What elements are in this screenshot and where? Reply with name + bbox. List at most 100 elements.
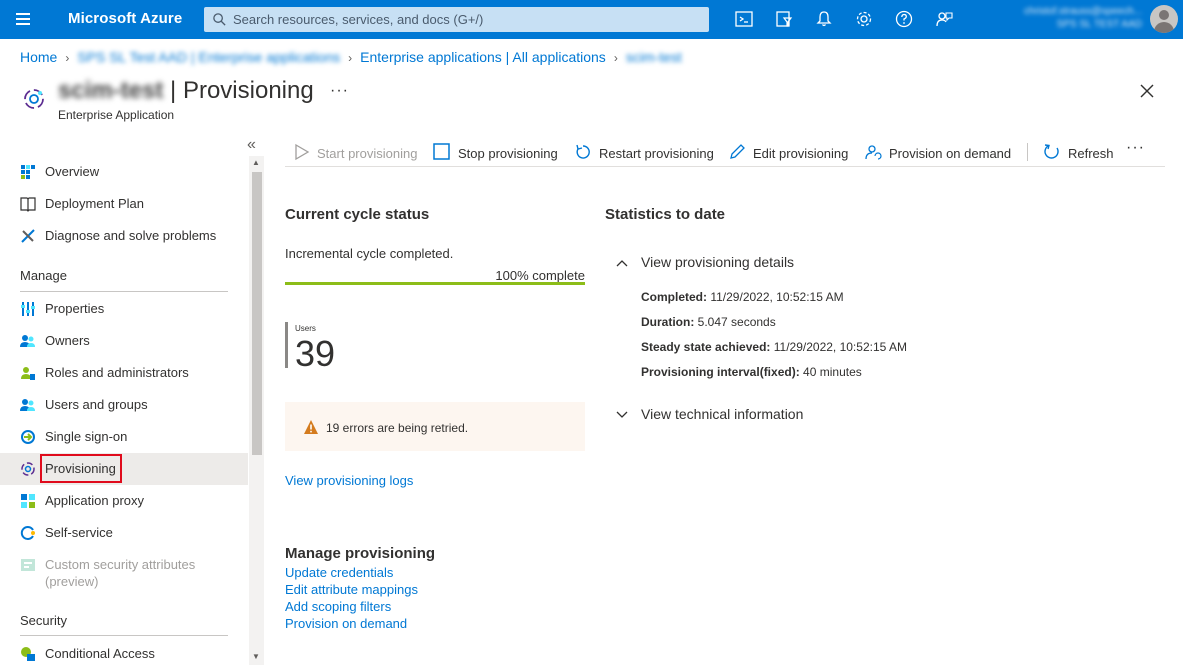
sidebar-item-custom-attributes[interactable]: Custom security attributes (preview) [0, 549, 248, 589]
sidebar-item-label: Single sign-on [45, 429, 128, 444]
warning-icon [304, 420, 318, 434]
app-provisioning-icon [24, 89, 44, 109]
account-info[interactable]: christof.strauss@speech... SPS SL TEST A… [982, 5, 1142, 31]
users-label: Users [295, 324, 316, 333]
restart-provisioning-button[interactable]: Restart provisioning [574, 141, 714, 163]
sidebar-item-label: Conditional Access [45, 646, 155, 661]
stop-icon [433, 143, 450, 160]
stat-completed: Completed: 11/29/2022, 10:52:15 AM [641, 290, 844, 304]
statistics-heading: Statistics to date [605, 206, 726, 223]
stat-value: 11/29/2022, 10:52:15 AM [773, 340, 907, 354]
chevron-up-icon [616, 260, 628, 267]
edit-attribute-mappings-link[interactable]: Edit attribute mappings [285, 582, 418, 597]
close-icon[interactable] [1138, 82, 1156, 100]
users-groups-icon [20, 399, 35, 411]
users-card-accent [285, 322, 288, 368]
sidebar-item-diagnose[interactable]: Diagnose and solve problems [0, 220, 248, 252]
brand-title[interactable]: Microsoft Azure [68, 10, 182, 27]
app-proxy-icon [21, 494, 35, 508]
feedback-icon[interactable] [934, 9, 954, 29]
sidebar-item-sso[interactable]: Single sign-on [0, 421, 248, 453]
page-title: scim-test | Provisioning [58, 77, 314, 105]
sidebar-item-app-proxy[interactable]: Application proxy [0, 485, 248, 517]
custom-attributes-icon [21, 559, 35, 571]
stop-provisioning-button[interactable]: Stop provisioning [433, 141, 563, 163]
sidebar-scroll-thumb[interactable] [252, 172, 262, 455]
sidebar-item-label: Owners [45, 333, 90, 348]
account-email: christof.strauss@speech... [1024, 6, 1142, 17]
stat-label: Completed: [641, 290, 707, 304]
stat-label: Provisioning interval(fixed): [641, 365, 800, 379]
hamburger-menu-icon[interactable] [14, 10, 34, 30]
sidebar-item-label: Diagnose and solve problems [45, 228, 217, 243]
stat-duration: Duration: 5.047 seconds [641, 315, 776, 329]
start-provisioning-button[interactable]: Start provisioning [293, 141, 423, 163]
warning-text: 19 errors are being retried. [326, 421, 469, 435]
help-icon[interactable] [894, 9, 914, 29]
notifications-icon[interactable] [814, 9, 834, 29]
edit-pencil-icon [730, 144, 745, 159]
overview-icon [21, 165, 35, 179]
progress-label: 100% complete [495, 268, 585, 283]
stat-label: Duration: [641, 315, 695, 329]
breadcrumb-all-applications[interactable]: Enterprise applications | All applicatio… [360, 49, 606, 65]
provisioning-icon [21, 462, 35, 476]
details-toggle-label: View provisioning details [641, 254, 795, 270]
sidebar-item-users-groups[interactable]: Users and groups [0, 389, 248, 421]
more-options-icon[interactable]: ··· [330, 82, 349, 100]
chevron-right-icon: › [348, 51, 353, 65]
book-icon [20, 197, 36, 212]
search-input[interactable]: Search resources, services, and docs (G+… [204, 7, 709, 32]
directory-filter-icon[interactable] [774, 9, 794, 29]
breadcrumb: Home › SPS SL Test AAD | Enterprise applic… [20, 49, 682, 65]
breadcrumb-home[interactable]: Home [20, 49, 57, 65]
warning-banner: 19 errors are being retried. [285, 402, 585, 451]
provisioning-highlight-box [40, 454, 122, 483]
section-security: Security [20, 613, 67, 628]
collapse-sidebar-icon[interactable]: « [247, 136, 256, 154]
progress-bar-fill [285, 282, 585, 285]
sidebar-item-label-preview: (preview) [45, 574, 99, 589]
stat-interval: Provisioning interval(fixed): 40 minutes [641, 365, 862, 379]
owners-icon [20, 335, 35, 347]
properties-icon [21, 302, 35, 316]
edit-provisioning-button[interactable]: Edit provisioning [728, 141, 853, 163]
avatar[interactable] [1150, 5, 1178, 33]
sidebar-item-conditional-access[interactable]: Conditional Access [0, 638, 248, 665]
provision-on-demand-link[interactable]: Provision on demand [285, 616, 407, 631]
more-commands-icon[interactable]: ··· [1126, 139, 1145, 157]
progress-bar [285, 282, 585, 285]
refresh-button[interactable]: Refresh [1043, 141, 1118, 163]
sidebar: Overview Deployment Plan Diagnose and so… [0, 156, 248, 665]
update-credentials-link[interactable]: Update credentials [285, 565, 393, 580]
breadcrumb-tenant[interactable]: SPS SL Test AAD | Enterprise application… [77, 49, 340, 65]
chevron-down-icon [616, 411, 628, 418]
command-bar: Start provisioning Stop provisioning Res… [285, 137, 1165, 167]
sidebar-item-label: Self-service [45, 525, 113, 540]
sidebar-item-overview[interactable]: Overview [0, 156, 248, 188]
breadcrumb-app[interactable]: scim-test [626, 49, 682, 65]
sidebar-item-deployment-plan[interactable]: Deployment Plan [0, 188, 248, 220]
sidebar-item-properties[interactable]: Properties [0, 293, 248, 325]
sidebar-item-owners[interactable]: Owners [0, 325, 248, 357]
settings-icon[interactable] [854, 9, 874, 29]
add-scoping-filters-link[interactable]: Add scoping filters [285, 599, 391, 614]
conditional-access-icon [21, 647, 35, 661]
sidebar-item-self-service[interactable]: Self-service [0, 517, 248, 549]
scroll-down-icon[interactable]: ▼ [252, 652, 260, 661]
sidebar-item-provisioning[interactable]: Provisioning [0, 453, 248, 485]
stat-value: 40 minutes [803, 365, 862, 379]
sidebar-item-label: Overview [45, 164, 100, 179]
provision-on-demand-button[interactable]: Provision on demand [865, 141, 1015, 163]
stat-value: 5.047 seconds [697, 315, 776, 329]
section-manage: Manage [20, 268, 67, 283]
scroll-up-icon[interactable]: ▲ [252, 158, 260, 167]
sidebar-item-roles[interactable]: Roles and administrators [0, 357, 248, 389]
sidebar-item-label: Roles and administrators [45, 365, 189, 380]
view-provisioning-logs-link[interactable]: View provisioning logs [285, 473, 413, 488]
cycle-status-text: Incremental cycle completed. [285, 246, 454, 261]
provision-on-demand-label: Provision on demand [889, 146, 1012, 161]
divider [20, 635, 228, 636]
account-tenant: SPS SL TEST AAD [1056, 19, 1142, 30]
cloud-shell-icon[interactable] [734, 9, 754, 29]
